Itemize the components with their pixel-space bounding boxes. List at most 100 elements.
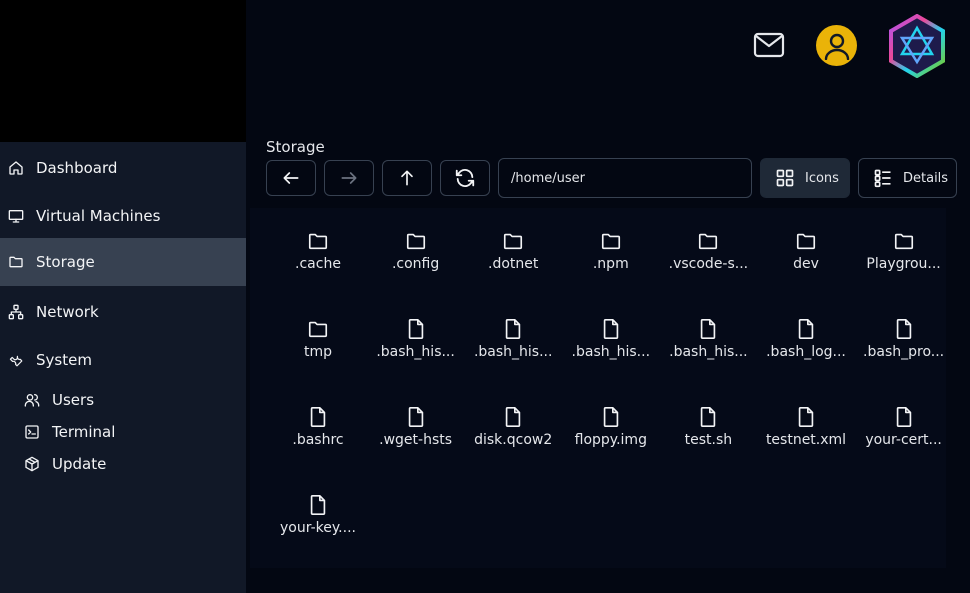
- view-icons-label: Icons: [805, 170, 839, 186]
- folder-item[interactable]: dev: [763, 230, 849, 272]
- folder-item[interactable]: .cache: [275, 230, 361, 272]
- main-content: Storage Icons Details .cache .config .dotn…: [246, 0, 970, 593]
- file-item[interactable]: .bash_his...: [665, 318, 751, 360]
- folder-item[interactable]: tmp: [275, 318, 361, 360]
- file-icon: [893, 318, 915, 340]
- file-item[interactable]: .wget-hsts: [373, 406, 459, 448]
- path-input[interactable]: [498, 158, 752, 198]
- users-icon: [24, 392, 40, 408]
- folder-icon: [307, 230, 329, 252]
- folder-icon: [307, 318, 329, 340]
- file-icon: [405, 318, 427, 340]
- sidebar-item-system[interactable]: System: [0, 336, 246, 384]
- sidebar-subitem-users[interactable]: Users: [24, 384, 94, 416]
- file-item[interactable]: testnet.xml: [763, 406, 849, 448]
- file-name: .bash_pro...: [863, 344, 945, 360]
- up-button[interactable]: [382, 160, 432, 196]
- file-name: disk.qcow2: [474, 432, 553, 448]
- folder-item[interactable]: .vscode-s...: [665, 230, 751, 272]
- file-name: testnet.xml: [765, 432, 847, 448]
- file-icon: [600, 318, 622, 340]
- sidebar-subitem-label: Users: [52, 391, 95, 409]
- file-name: Playgrou...: [866, 256, 941, 272]
- file-item[interactable]: .bash_pro...: [861, 318, 947, 360]
- view-icons-button[interactable]: Icons: [760, 158, 850, 198]
- back-button[interactable]: [266, 160, 316, 196]
- folder-icon: [893, 230, 915, 252]
- file-name: test.sh: [684, 432, 733, 448]
- package-icon: [24, 456, 40, 472]
- folder-item[interactable]: Playgrou...: [861, 230, 947, 272]
- file-icon: [502, 406, 524, 428]
- file-name: .bash_his...: [376, 344, 455, 360]
- sidebar-subitem-label: Update: [52, 455, 107, 473]
- file-name: .bash_his...: [473, 344, 553, 360]
- file-name: .bash_log...: [766, 344, 846, 360]
- folder-icon: [405, 230, 427, 252]
- view-details-label: Details: [903, 170, 949, 186]
- forward-button[interactable]: [324, 160, 374, 196]
- list-icon: [873, 168, 893, 188]
- grid-icon: [775, 168, 795, 188]
- file-icon: [307, 494, 329, 516]
- file-item[interactable]: .bash_his...: [568, 318, 654, 360]
- sidebar-item-label: Network: [36, 303, 99, 321]
- folder-item[interactable]: .dotnet: [470, 230, 556, 272]
- refresh-icon: [455, 169, 475, 187]
- network-icon: [8, 304, 24, 320]
- sidebar-item-virtual-machines[interactable]: Virtual Machines: [0, 192, 246, 240]
- file-item[interactable]: .bash_his...: [373, 318, 459, 360]
- file-name: your-key....: [280, 520, 356, 536]
- home-icon: [8, 160, 24, 176]
- sidebar-subitem-terminal[interactable]: Terminal: [24, 416, 115, 448]
- sidebar-subitem-label: Terminal: [52, 423, 116, 441]
- file-item[interactable]: your-key....: [275, 494, 361, 536]
- wrench-icon: [8, 352, 24, 368]
- file-name: tmp: [303, 344, 332, 360]
- sidebar-item-storage[interactable]: Storage: [0, 238, 246, 286]
- sidebar-item-network[interactable]: Network: [0, 288, 246, 336]
- file-item[interactable]: .bash_log...: [763, 318, 849, 360]
- refresh-button[interactable]: [440, 160, 490, 196]
- terminal-icon: [24, 424, 40, 440]
- file-item[interactable]: your-cert...: [861, 406, 947, 448]
- sidebar-item-label: System: [36, 351, 92, 369]
- file-name: dev: [793, 256, 819, 272]
- monitor-icon: [8, 208, 24, 224]
- folder-icon: [795, 230, 817, 252]
- file-name: floppy.img: [574, 432, 647, 448]
- file-icon: [307, 406, 329, 428]
- folder-icon: [502, 230, 524, 252]
- sidebar-item-label: Storage: [36, 253, 95, 271]
- file-icon: [697, 318, 719, 340]
- sidebar-item-label: Virtual Machines: [36, 207, 161, 225]
- file-name: .npm: [592, 256, 629, 272]
- file-icon: [893, 406, 915, 428]
- file-item[interactable]: .bash_his...: [470, 318, 556, 360]
- sidebar-item-dashboard[interactable]: Dashboard: [0, 144, 246, 192]
- hexagon-logo[interactable]: [888, 14, 946, 78]
- file-icon: [795, 406, 817, 428]
- sidebar-header: [0, 0, 246, 142]
- file-icon: [795, 318, 817, 340]
- file-item[interactable]: disk.qcow2: [470, 406, 556, 448]
- file-icon: [697, 406, 719, 428]
- file-item[interactable]: test.sh: [665, 406, 751, 448]
- file-name: .cache: [295, 256, 341, 272]
- file-item[interactable]: floppy.img: [568, 406, 654, 448]
- sidebar-subitem-update[interactable]: Update: [24, 448, 106, 480]
- folder-item[interactable]: .config: [373, 230, 459, 272]
- file-item[interactable]: .bashrc: [275, 406, 361, 448]
- folder-icon: [697, 230, 719, 252]
- mail-icon[interactable]: [752, 28, 786, 62]
- file-icon: [502, 318, 524, 340]
- folder-icon: [600, 230, 622, 252]
- file-icon: [600, 406, 622, 428]
- folder-item[interactable]: .npm: [568, 230, 654, 272]
- file-name: your-cert...: [865, 432, 942, 448]
- file-name: .config: [391, 256, 440, 272]
- arrow-right-icon: [341, 172, 357, 184]
- view-details-button[interactable]: Details: [858, 158, 957, 198]
- sidebar: Dashboard Virtual Machines Storage Netwo…: [0, 142, 246, 593]
- user-avatar-button[interactable]: [816, 25, 857, 66]
